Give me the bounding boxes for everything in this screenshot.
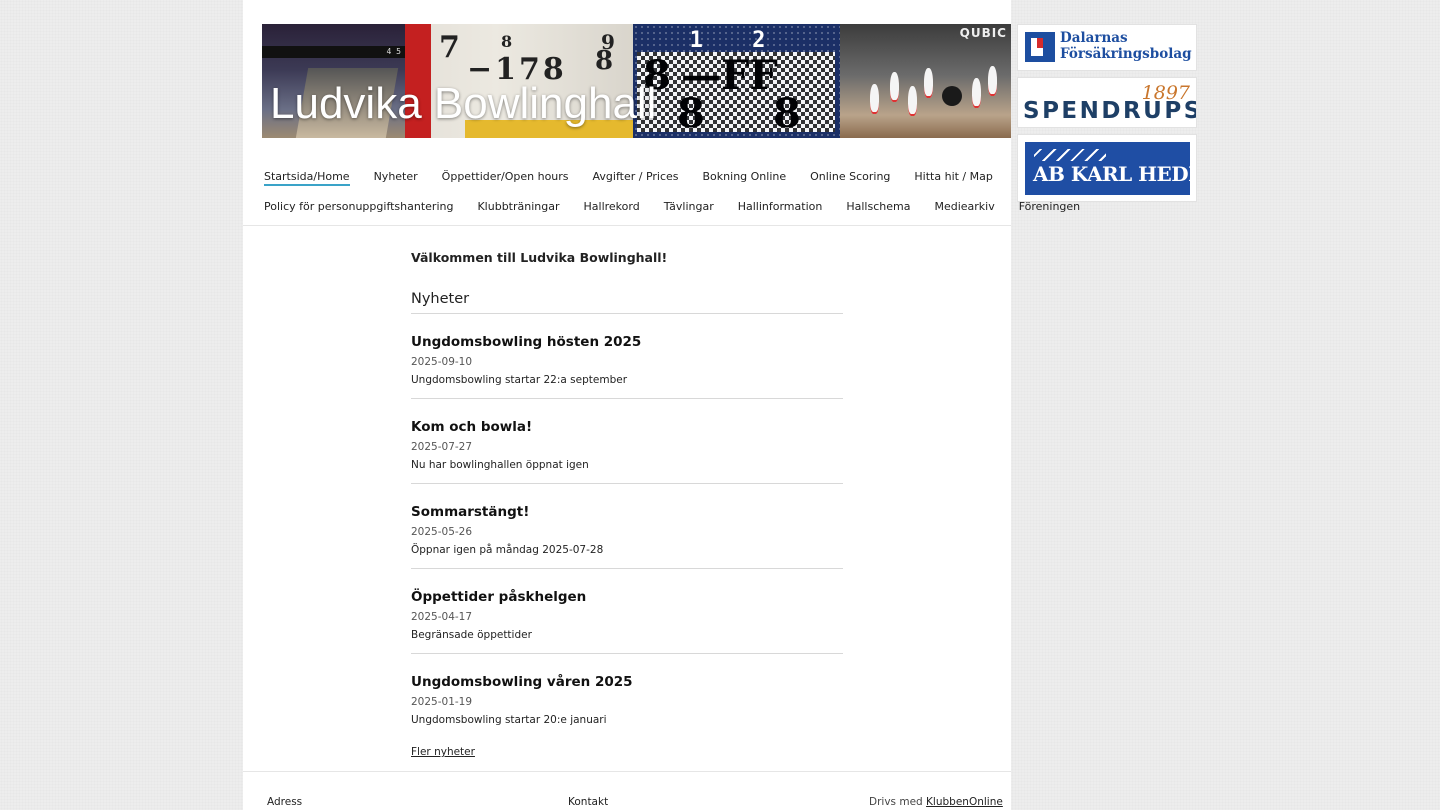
nav-item-media-archive[interactable]: Mediearkiv — [934, 194, 994, 213]
content-area: Välkommen till Ludvika Bowlinghall! Nyhe… — [411, 250, 843, 759]
news-title[interactable]: Öppettider påskhelgen — [411, 589, 843, 605]
pin-icon — [972, 78, 981, 108]
main-column: 4 5 7 8 9 −178 8 1 2 8 —FF 8 8 QUBIC Lud… — [243, 0, 1080, 810]
news-date: 2025-01-19 — [411, 696, 473, 708]
spendrups-wordmark: SPENDRUPS — [1023, 98, 1197, 124]
bowling-pins — [860, 64, 1000, 124]
nav-item-booking-online[interactable]: Bokning Online — [703, 164, 787, 183]
news-item: Ungdomsbowling våren 2025 2025-01-19 Ung… — [411, 654, 843, 738]
news-summary: Ungdomsbowling startar 22:a september — [411, 374, 628, 386]
banner-score-digit: 8 — [595, 46, 614, 76]
pin-icon — [988, 66, 997, 96]
footer-address-heading: Adress — [267, 796, 303, 808]
more-news-link[interactable]: Fler nyheter — [411, 746, 475, 758]
sponsor-sidebar: Dalarnas Försäkringsbolag 1897 SPENDRUPS… — [1017, 24, 1197, 208]
news-item: Kom och bowla! 2025-07-27 Nu har bowling… — [411, 399, 843, 484]
banner-brand-text: QUBIC — [959, 26, 1007, 40]
site-title[interactable]: Ludvika Bowlinghall — [270, 79, 656, 129]
news-item: Ungdomsbowling hösten 2025 2025-09-10 Un… — [411, 314, 843, 399]
header-banner[interactable]: 4 5 7 8 9 −178 8 1 2 8 —FF 8 8 QUBIC Lud… — [262, 24, 1011, 138]
news-summary: Ungdomsbowling startar 20:e januari — [411, 714, 607, 726]
nav-divider — [243, 225, 1011, 226]
banner-board-mark: 8 — [773, 90, 801, 137]
nav-item-club-training[interactable]: Klubbträningar — [477, 194, 559, 213]
news-title[interactable]: Ungdomsbowling våren 2025 — [411, 674, 843, 690]
dalarnas-name-line1: Dalarnas — [1060, 30, 1128, 46]
main-navigation: Startsida/Home Nyheter Öppettider/Open h… — [264, 164, 1080, 224]
nav-item-hall-schedule[interactable]: Hallschema — [846, 194, 910, 213]
nav-row-primary: Startsida/Home Nyheter Öppettider/Open h… — [264, 164, 1004, 194]
nav-item-prices[interactable]: Avgifter / Prices — [593, 164, 679, 183]
nav-row-secondary: Policy för personuppgiftshantering Klubb… — [264, 194, 1080, 224]
nav-item-home[interactable]: Startsida/Home — [264, 164, 350, 186]
sponsor-karl-hedin[interactable]: AB KARL HEDIN — [1017, 134, 1197, 202]
news-date: 2025-09-10 — [411, 356, 473, 368]
footer-powered-by: Drivs med KlubbenOnline — [869, 796, 1003, 808]
banner-photo-checkerboard: 1 2 8 —FF 8 8 — [633, 24, 840, 138]
pin-icon — [908, 86, 917, 116]
karl-hedin-roof-icon — [1034, 149, 1106, 161]
news-date: 2025-07-27 — [411, 441, 473, 453]
banner-frame-numbers: 1 2 — [689, 28, 784, 53]
nav-item-hall-information[interactable]: Hallinformation — [738, 194, 823, 213]
news-summary: Öppnar igen på måndag 2025-07-28 — [411, 544, 604, 556]
nav-item-online-scoring[interactable]: Online Scoring — [810, 164, 890, 183]
banner-board: 8 —FF 8 8 — [637, 52, 835, 137]
banner-score-digit: 7 — [439, 30, 460, 65]
news-summary: Begränsade öppettider — [411, 629, 532, 641]
news-date: 2025-04-17 — [411, 611, 473, 623]
nav-item-opening-hours[interactable]: Öppettider/Open hours — [442, 164, 569, 183]
nav-item-nyheter[interactable]: Nyheter — [374, 164, 418, 183]
news-title[interactable]: Ungdomsbowling hösten 2025 — [411, 334, 843, 350]
news-summary: Nu har bowlinghallen öppnat igen — [411, 459, 589, 471]
welcome-text: Välkommen till Ludvika Bowlinghall! — [411, 250, 668, 265]
banner-score-digit: 8 — [501, 32, 513, 51]
nav-item-privacy-policy[interactable]: Policy för personuppgiftshantering — [264, 194, 453, 213]
pin-icon — [890, 72, 899, 102]
nav-item-competitions[interactable]: Tävlingar — [664, 194, 714, 213]
sponsor-dalarnas[interactable]: Dalarnas Försäkringsbolag — [1017, 24, 1197, 71]
nav-item-map[interactable]: Hitta hit / Map — [914, 164, 992, 183]
dalarnas-logo-icon — [1025, 32, 1055, 62]
sponsor-spendrups[interactable]: 1897 SPENDRUPS — [1017, 77, 1197, 128]
nav-item-hall-records[interactable]: Hallrekord — [584, 194, 640, 213]
pin-icon — [924, 68, 933, 98]
banner-score-strip: 4 5 — [262, 46, 405, 58]
footer-contact-heading: Kontakt — [568, 796, 609, 808]
bowling-ball-icon — [942, 86, 962, 106]
news-title[interactable]: Kom och bowla! — [411, 419, 843, 435]
dalarnas-name-line2: Försäkringsbolag — [1060, 46, 1192, 62]
news-date: 2025-05-26 — [411, 526, 473, 538]
news-title[interactable]: Sommarstängt! — [411, 504, 843, 520]
klubbenonline-link[interactable]: KlubbenOnline — [926, 796, 1003, 808]
news-item: Sommarstängt! 2025-05-26 Öppnar igen på … — [411, 484, 843, 569]
karl-hedin-wordmark: AB KARL HEDIN — [1033, 162, 1197, 186]
powered-by-prefix: Drivs med — [869, 796, 923, 808]
banner-photo-pins: QUBIC — [840, 24, 1011, 138]
news-item: Öppettider påskhelgen 2025-04-17 Begräns… — [411, 569, 843, 654]
pin-icon — [870, 84, 879, 114]
footer-divider — [243, 771, 1011, 772]
news-heading: Nyheter — [411, 291, 843, 314]
banner-board-mark: 8 — [677, 90, 705, 137]
